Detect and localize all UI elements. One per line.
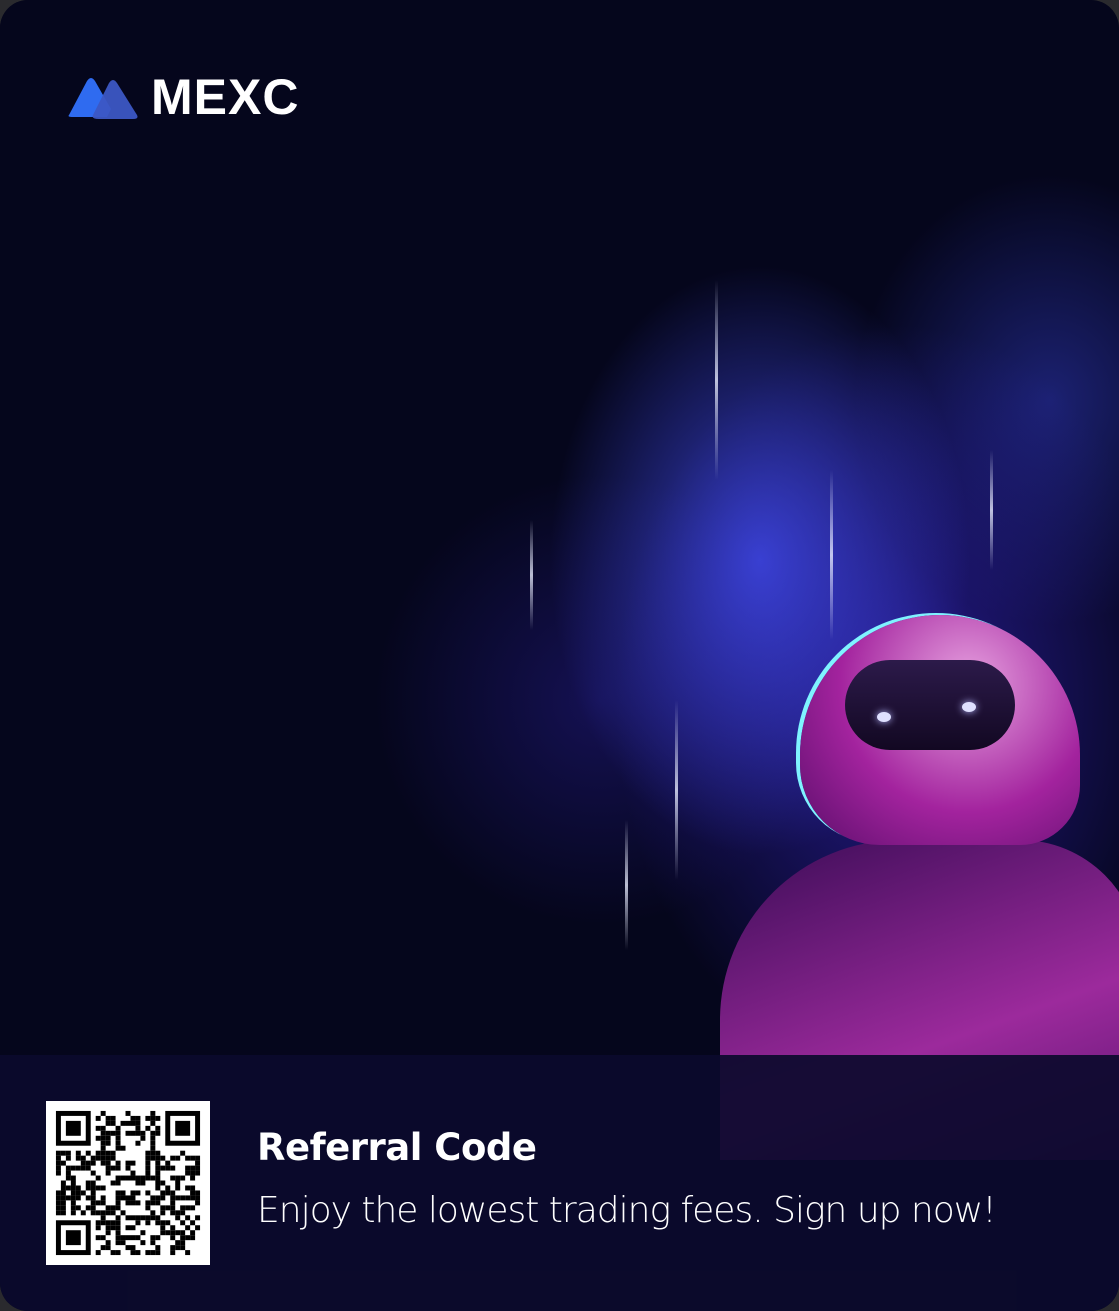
referral-subtitle: Enjoy the lowest trading fees. Sign up n… xyxy=(257,1190,997,1231)
mexc-logo: MEXC xyxy=(67,68,299,126)
brand-name: MEXC xyxy=(151,69,300,125)
mexc-mountain-icon xyxy=(68,78,138,119)
referral-card: MEXC Referral Code Enjoy the lowest trad… xyxy=(0,0,1119,1311)
robot-visor xyxy=(845,660,1015,750)
referral-qr-code xyxy=(46,1101,210,1265)
referral-title: Referral Code xyxy=(257,1126,537,1169)
